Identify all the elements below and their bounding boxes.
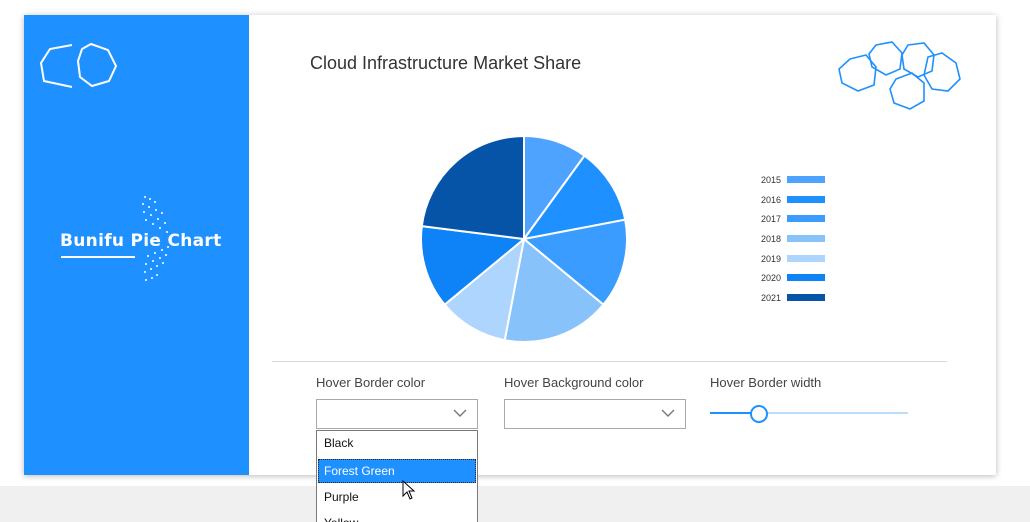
- legend-label: 2015: [761, 175, 782, 185]
- dropdown-option-forest-green[interactable]: Forest Green: [318, 459, 476, 483]
- dropdown-option-purple[interactable]: Purple: [318, 485, 476, 509]
- chevron-down-icon: [453, 409, 467, 417]
- hexagon-cluster-icon: [838, 41, 961, 110]
- legend-label: 2021: [761, 293, 782, 304]
- color-dropdown-list[interactable]: Black Forest Green Purple Yellow: [316, 430, 478, 522]
- pie-chart: [420, 134, 628, 343]
- legend-label: 2020: [761, 273, 782, 284]
- legend-swatch: [787, 294, 825, 302]
- brand-underline: [61, 256, 135, 258]
- pie-slice-2021[interactable]: [420, 134, 525, 241]
- legend-swatch: [787, 254, 825, 262]
- legend-swatch: [787, 215, 825, 223]
- hover-border-width-label: Hover Border width: [710, 375, 822, 390]
- brand-title: Bunifu Pie Chart: [60, 231, 222, 251]
- hover-border-color-label: Hover Border color: [316, 375, 426, 390]
- legend-swatch: [787, 235, 825, 243]
- slider-thumb[interactable]: [749, 405, 768, 423]
- legend-label: 2019: [761, 253, 782, 264]
- dropdown-option-yellow[interactable]: Yellow: [318, 511, 476, 522]
- hover-background-color-select[interactable]: [504, 399, 686, 429]
- hover-border-width-slider[interactable]: [710, 403, 908, 423]
- legend-label: 2018: [761, 234, 782, 245]
- dropdown-option-black[interactable]: Black: [318, 431, 476, 455]
- page-background-strip: [0, 486, 1030, 522]
- legend-label: 2017: [761, 214, 782, 225]
- legend-swatch: [787, 274, 825, 282]
- chart-title: Cloud Infrastructure Market Share: [310, 53, 582, 73]
- hover-border-color-select[interactable]: [316, 399, 478, 429]
- mouse-pointer-icon: [402, 480, 416, 500]
- legend-swatch: [787, 195, 825, 203]
- sidebar: Bunifu Pie Chart: [24, 15, 249, 475]
- chevron-down-icon: [661, 409, 675, 417]
- legend-swatch: [787, 176, 825, 183]
- brand-block: Bunifu Pie Chart: [60, 193, 230, 293]
- app-window: Bunifu Pie Chart Cloud Infrastructure Ma…: [24, 15, 996, 475]
- legend-label: 2016: [761, 194, 782, 205]
- section-divider: [272, 361, 947, 362]
- hexagon-logo-icon: [39, 42, 118, 88]
- hover-background-color-label: Hover Background color: [504, 375, 644, 390]
